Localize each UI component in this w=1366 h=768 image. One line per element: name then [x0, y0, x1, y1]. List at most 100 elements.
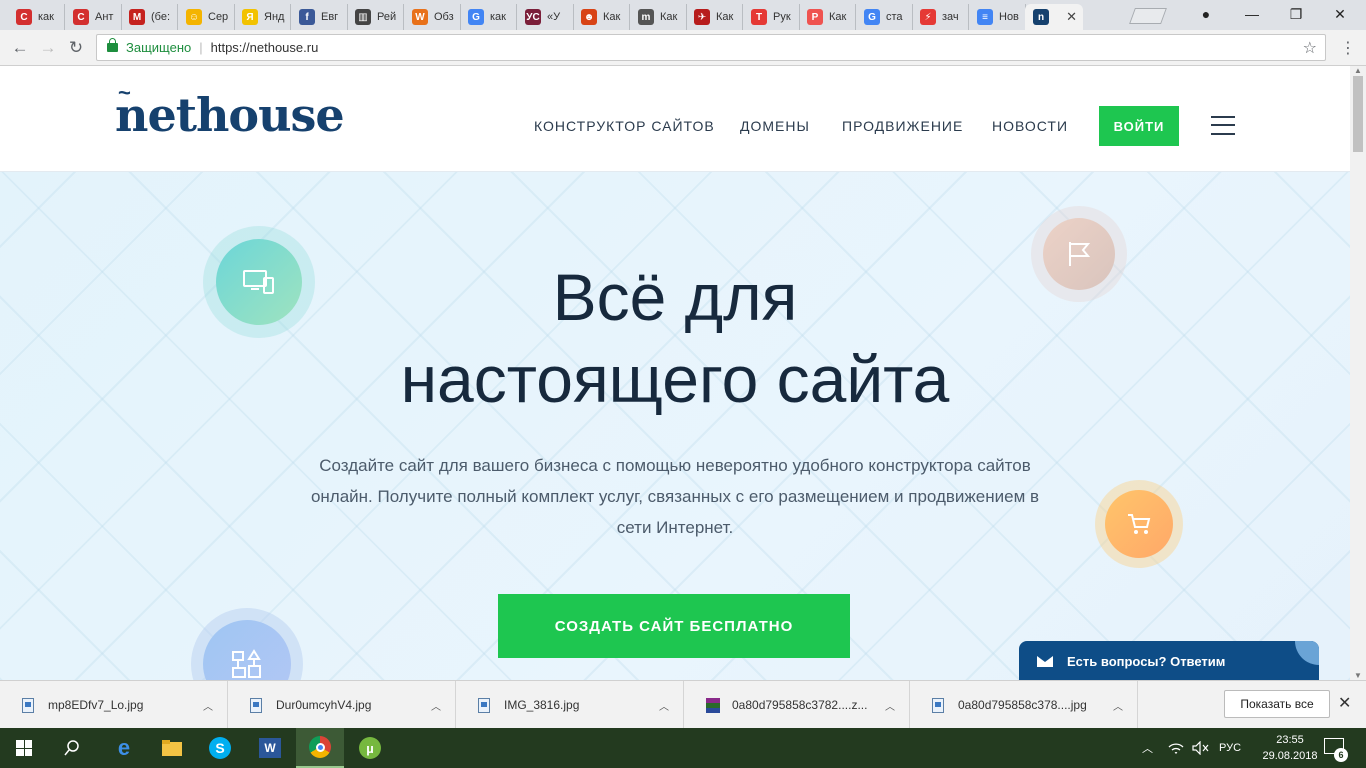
tab-favicon-icon: Я	[242, 9, 258, 25]
system-clock[interactable]: 23:55 29.08.2018	[1255, 732, 1325, 764]
word-icon[interactable]: W	[246, 728, 294, 768]
browser-tab[interactable]: C Ант	[65, 4, 122, 30]
tab-favicon-icon: G	[864, 9, 880, 25]
hamburger-menu-icon[interactable]	[1211, 116, 1235, 136]
browser-menu-icon[interactable]: ⋮	[1336, 36, 1360, 60]
start-button[interactable]	[0, 728, 48, 768]
window-close-button[interactable]: ✕	[1320, 0, 1360, 28]
chat-label: Есть вопросы? Ответим	[1067, 653, 1226, 669]
browser-tab[interactable]: Gста	[856, 4, 913, 30]
tab-favicon-icon: C	[16, 9, 32, 25]
chevron-up-icon[interactable]: ︿	[1113, 698, 1123, 713]
nethouse-logo[interactable]: nethouse	[115, 88, 345, 142]
tab-close-icon[interactable]: ✕	[1066, 9, 1077, 25]
tab-title: Рей	[377, 11, 397, 23]
shopping-cart-icon	[1105, 490, 1173, 558]
new-tab-button[interactable]	[1129, 8, 1167, 24]
nav-domains[interactable]: ДОМЕНЫ	[740, 118, 810, 134]
browser-tab[interactable]: m Как	[630, 4, 687, 30]
search-icon[interactable]	[48, 728, 96, 768]
tab-favicon-icon: n	[1033, 9, 1049, 25]
tray-chevron-up-icon[interactable]: ︿	[1142, 728, 1153, 768]
create-site-free-button[interactable]: СОЗДАТЬ САЙТ БЕСПЛАТНО	[498, 594, 850, 658]
show-all-downloads-button[interactable]: Показать все	[1224, 690, 1330, 718]
nav-news[interactable]: НОВОСТИ	[992, 118, 1068, 134]
hero-description: Создайте сайт для вашего бизнеса с помощ…	[310, 456, 1040, 537]
volume-mute-icon[interactable]	[1192, 728, 1210, 768]
chrome-icon[interactable]	[296, 728, 344, 768]
tab-title: Сер	[208, 11, 229, 23]
tab-title: Нов	[999, 11, 1019, 23]
browser-tab[interactable]: ☻ Как	[573, 4, 630, 30]
tab-strip: ● — ❐ ✕ Cкак C Ант M (бе: ☺ Сер Я Янд f Евг ▥ Рей W Об…	[0, 0, 1366, 30]
tab-favicon-icon: f	[299, 9, 315, 25]
maximize-button[interactable]: ❐	[1276, 0, 1316, 28]
chat-widget[interactable]: Есть вопросы? Ответим	[1019, 641, 1319, 680]
browser-tab[interactable]: ☺ Сер	[178, 4, 235, 30]
browser-tab-active[interactable]: n ✕	[1025, 4, 1083, 30]
tab-title: Евг	[321, 11, 339, 23]
nav-site-builder[interactable]: КОНСТРУКТОР САЙТОВ	[534, 118, 715, 134]
browser-tab[interactable]: P Как	[799, 4, 856, 30]
browser-tab[interactable]: f Евг	[291, 4, 348, 30]
image-file-icon	[250, 697, 262, 713]
download-item[interactable]: mp8EDfv7_Lo.jpg ︿	[0, 681, 228, 729]
input-language[interactable]: РУС	[1219, 728, 1241, 768]
tab-title: Как	[603, 11, 621, 23]
tab-favicon-icon: ⚡	[920, 9, 936, 25]
hero-title: Всё для настоящего сайта	[0, 256, 1350, 420]
login-button[interactable]: ВОЙТИ	[1099, 106, 1179, 146]
forward-arrow-icon[interactable]: →	[36, 36, 60, 60]
browser-tab[interactable]: M (бе:	[121, 4, 178, 30]
address-separator: |	[199, 40, 203, 55]
tab-title: ста	[886, 11, 903, 23]
tab-title: как	[38, 11, 54, 23]
address-bar[interactable]: Защищено | https://nethouse.ru ☆	[96, 34, 1326, 61]
browser-tab[interactable]: ≡ Нов	[969, 4, 1026, 30]
chevron-up-icon[interactable]: ︿	[431, 698, 441, 713]
network-icon[interactable]	[1168, 728, 1184, 768]
browser-tab[interactable]: W Обз	[404, 4, 461, 30]
image-file-icon	[22, 697, 34, 713]
nav-promotion[interactable]: ПРОДВИЖЕНИЕ	[842, 118, 963, 134]
download-item[interactable]: Dur0umcyhV4.jpg ︿	[228, 681, 456, 729]
browser-tab[interactable]: ✈ Как	[686, 4, 743, 30]
scroll-thumb[interactable]	[1353, 76, 1363, 152]
tab-favicon-icon: G	[468, 9, 484, 25]
page-scrollbar[interactable]: ▲ ▼	[1350, 66, 1366, 680]
scroll-down-arrow-icon[interactable]: ▼	[1354, 671, 1362, 680]
edge-browser-icon[interactable]: e	[100, 728, 148, 768]
skype-icon[interactable]: S	[196, 728, 244, 768]
chevron-up-icon[interactable]: ︿	[885, 698, 895, 713]
browser-tab[interactable]: Я Янд	[234, 4, 291, 30]
tab-title: зач	[942, 11, 959, 23]
profile-icon[interactable]: ●	[1186, 0, 1226, 28]
archive-file-icon	[706, 697, 720, 713]
browser-tab[interactable]: Gкак	[460, 4, 517, 30]
close-downloads-icon[interactable]: ✕	[1338, 693, 1351, 713]
download-item[interactable]: 0a80d795858c3782....z... ︿	[684, 681, 910, 729]
browser-tab[interactable]: УС «У	[517, 4, 574, 30]
browser-tab[interactable]: T Рук	[743, 4, 800, 30]
clock-date: 29.08.2018	[1262, 750, 1318, 762]
back-arrow-icon[interactable]: ←	[8, 36, 32, 60]
browser-tab[interactable]: ▥ Рей	[347, 4, 404, 30]
tab-favicon-icon: W	[412, 9, 428, 25]
tab-favicon-icon: C	[73, 9, 89, 25]
minimize-button[interactable]: —	[1232, 0, 1272, 28]
tab-title: Как	[660, 11, 678, 23]
scroll-up-arrow-icon[interactable]: ▲	[1354, 66, 1362, 75]
bookmark-star-icon[interactable]: ☆	[1303, 38, 1317, 58]
download-item[interactable]: IMG_3816.jpg ︿	[456, 681, 684, 729]
chevron-up-icon[interactable]: ︿	[659, 698, 669, 713]
file-explorer-icon[interactable]	[148, 728, 196, 768]
chevron-up-icon[interactable]: ︿	[203, 698, 213, 713]
image-file-icon	[478, 697, 490, 713]
reload-icon[interactable]: ↻	[64, 36, 88, 60]
utorrent-icon[interactable]: µ	[346, 728, 394, 768]
hero-section: Всё для настоящего сайта Создайте сайт д…	[0, 172, 1350, 680]
windows-taskbar: e S W µ ︿ РУС 23:55 29.08.2018 6	[0, 728, 1366, 768]
browser-tab[interactable]: ⚡ зач	[912, 4, 969, 30]
download-item[interactable]: 0a80d795858c378....jpg ︿	[910, 681, 1138, 729]
browser-tab[interactable]: Cкак	[8, 4, 65, 30]
